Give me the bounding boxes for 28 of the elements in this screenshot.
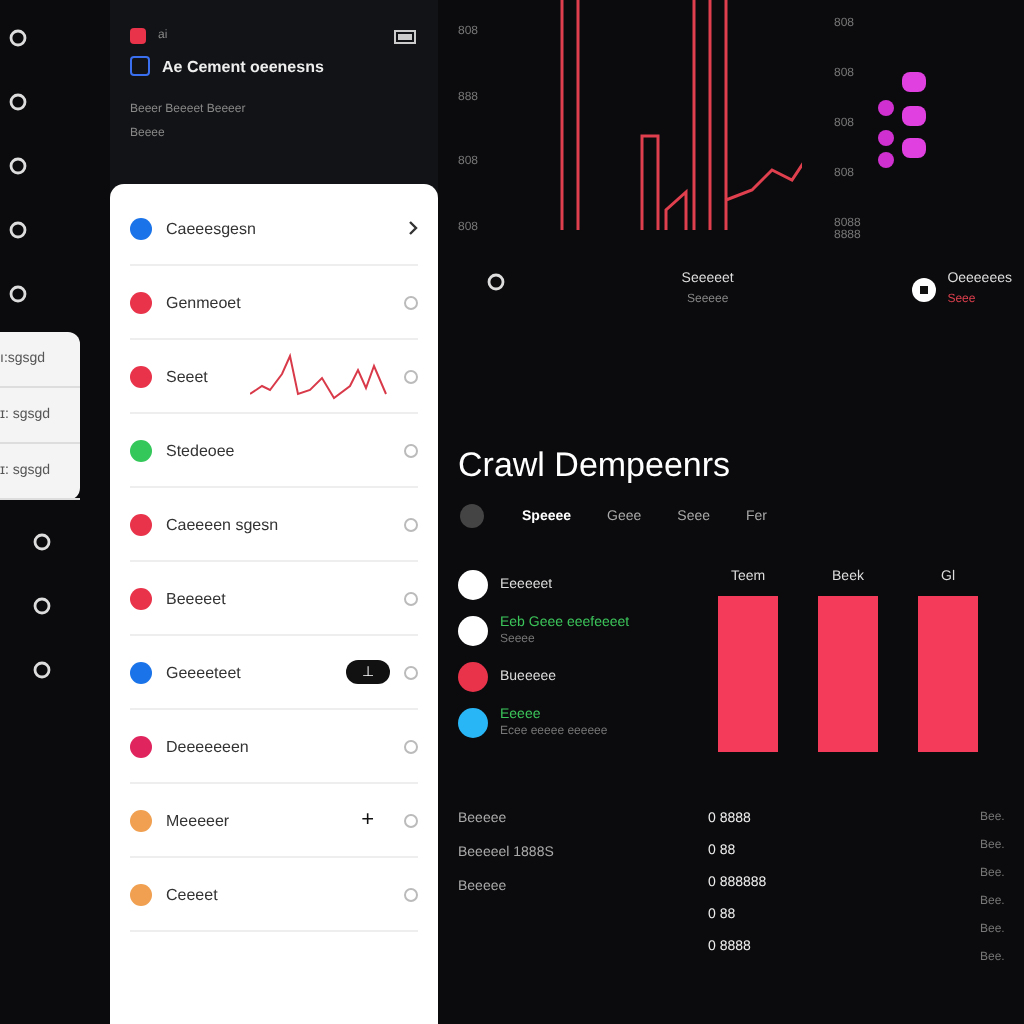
list-item-label[interactable]: Caeeeen sgesn bbox=[166, 515, 390, 533]
list-item-label[interactable]: Caeeesgesn bbox=[166, 219, 394, 237]
info-icon bbox=[404, 369, 418, 383]
list-item-label[interactable]: Stedeoee bbox=[166, 441, 390, 459]
list-item-label[interactable]: Seeet bbox=[166, 367, 236, 385]
battery-icon bbox=[394, 29, 418, 43]
list-item-label[interactable]: Ceeeet bbox=[166, 885, 390, 903]
list-item-label[interactable]: Genmeoet bbox=[166, 293, 390, 311]
list-item-label[interactable]: Beeeeet bbox=[166, 589, 390, 607]
info-icon bbox=[404, 739, 418, 753]
sparkline-drawing bbox=[250, 350, 390, 402]
info-icon bbox=[404, 295, 418, 309]
add-button[interactable]: + bbox=[345, 804, 390, 836]
info-icon bbox=[404, 665, 418, 679]
circle-icon bbox=[458, 502, 486, 530]
info-icon bbox=[404, 813, 418, 827]
info-icon bbox=[404, 443, 418, 457]
info-icon bbox=[404, 591, 418, 605]
info-icon bbox=[404, 517, 418, 531]
page-title: Crawl Dempeenrs bbox=[458, 446, 733, 486]
list-item-label[interactable]: Geeeeteet bbox=[166, 663, 332, 681]
app-icon bbox=[130, 28, 146, 44]
info-icon bbox=[404, 887, 418, 901]
list-item-label[interactable]: Meeeeer bbox=[166, 811, 332, 829]
chevron-icon bbox=[408, 220, 418, 236]
dot-chart-drawing bbox=[878, 72, 930, 168]
panel-title: Ae Cement oeenesns bbox=[162, 57, 324, 75]
list-item-label[interactable]: Deeeeeeen bbox=[166, 737, 390, 755]
